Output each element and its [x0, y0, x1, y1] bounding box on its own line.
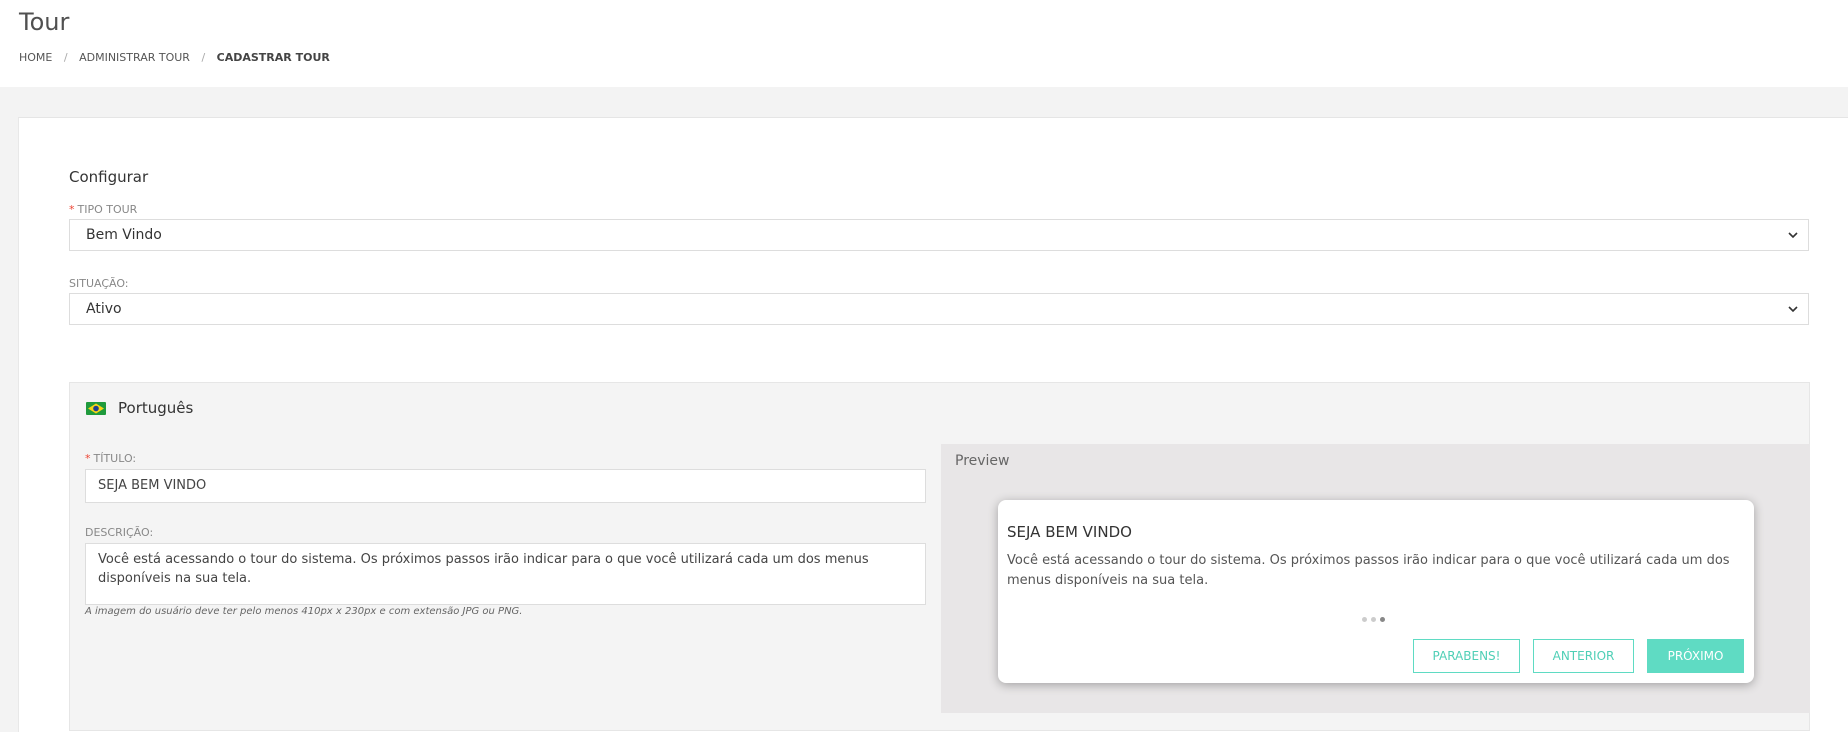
proximo-button[interactable]: PRÓXIMO [1647, 639, 1744, 673]
descricao-textarea[interactable]: Você está acessando o tour do sistema. O… [85, 543, 926, 605]
required-mark: * [85, 452, 91, 465]
page-header [0, 0, 1848, 87]
brazil-flag-icon [86, 402, 106, 415]
breadcrumb-home[interactable]: HOME [19, 51, 52, 64]
chevron-down-icon [1788, 220, 1798, 239]
popover-title: SEJA BEM VINDO [1007, 523, 1132, 541]
tipo-tour-select[interactable]: Bem Vindo [69, 219, 1809, 251]
titulo-label: * TÍTULO: [85, 452, 137, 465]
required-mark: * [69, 203, 75, 216]
breadcrumb-administrar-tour[interactable]: ADMINISTRAR TOUR [79, 51, 190, 64]
section-title: Configurar [69, 168, 149, 186]
tipo-tour-value: Bem Vindo [86, 227, 162, 243]
page-title: Tour [19, 8, 70, 36]
parabens-button[interactable]: PARABENS! [1413, 639, 1520, 673]
titulo-input[interactable]: SEJA BEM VINDO [85, 469, 926, 503]
popover-description: Você está acessando o tour do sistema. O… [1007, 553, 1730, 588]
breadcrumb-separator: / [63, 51, 68, 64]
descricao-value: Você está acessando o tour do sistema. O… [98, 552, 869, 586]
descricao-label: DESCRIÇÃO: [85, 526, 154, 539]
situacao-label: SITUAÇÃO: [69, 277, 129, 290]
step-dots [1362, 617, 1389, 623]
breadcrumb: HOME / ADMINISTRAR TOUR / CADASTRAR TOUR [19, 51, 330, 64]
image-hint: A imagem do usuário deve ter pelo menos … [85, 606, 523, 617]
step-dot-active [1380, 617, 1385, 622]
breadcrumb-current: CADASTRAR TOUR [216, 51, 330, 64]
situacao-value: Ativo [86, 301, 122, 317]
preview-label: Preview [955, 453, 1010, 469]
breadcrumb-separator: / [201, 51, 206, 64]
tipo-tour-label: * TIPO TOUR [69, 203, 138, 216]
situacao-select[interactable]: Ativo [69, 293, 1809, 325]
chevron-down-icon [1788, 294, 1798, 313]
step-dot [1371, 617, 1376, 622]
anterior-button[interactable]: ANTERIOR [1533, 639, 1634, 673]
titulo-value: SEJA BEM VINDO [98, 478, 207, 493]
step-dot [1362, 617, 1367, 622]
language-name: Português [118, 399, 194, 417]
